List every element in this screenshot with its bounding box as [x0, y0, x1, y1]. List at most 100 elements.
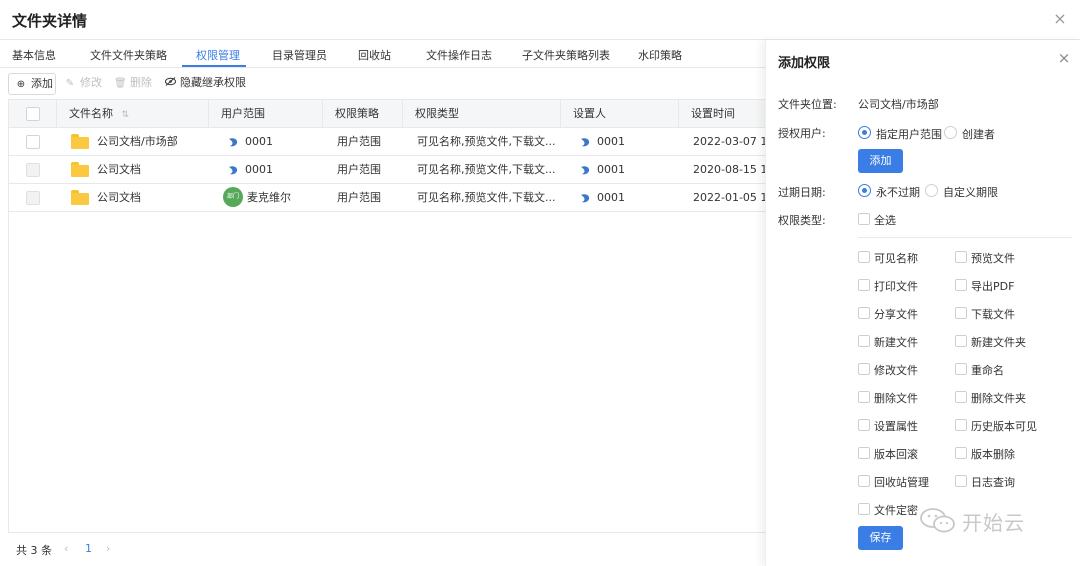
permission-checkbox[interactable]	[858, 391, 870, 403]
permission-checkbox[interactable]	[955, 475, 967, 487]
radio-custom-expire[interactable]	[925, 184, 938, 197]
tab-recycle-bin[interactable]: 回收站	[358, 47, 391, 63]
hide-inherited-label: 隐藏继承权限	[180, 76, 246, 89]
cell-permission-policy: 用户范围	[337, 191, 381, 204]
permission-checkbox-label[interactable]: 删除文件	[874, 390, 918, 406]
permission-checkbox[interactable]	[955, 279, 967, 291]
select-all-checkbox[interactable]	[26, 107, 40, 121]
prev-page-icon[interactable]: ‹	[64, 542, 68, 555]
tab-directory-admin[interactable]: 目录管理员	[272, 47, 327, 63]
cell-permission-policy: 用户范围	[337, 135, 381, 148]
permission-checkbox[interactable]	[858, 279, 870, 291]
permission-checkbox-label[interactable]: 分享文件	[874, 306, 918, 322]
permission-checkbox[interactable]	[955, 419, 967, 431]
panel-title: 添加权限	[778, 56, 831, 71]
permission-checkbox[interactable]	[858, 335, 870, 347]
permission-checkbox-label[interactable]: 回收站管理	[874, 474, 929, 490]
permission-checkbox-label[interactable]: 下载文件	[971, 306, 1015, 322]
eye-off-icon	[164, 74, 176, 94]
permission-checkbox[interactable]	[955, 391, 967, 403]
tab-basic-info[interactable]: 基本信息	[12, 47, 56, 63]
add-button[interactable]: ⊕ 添加	[8, 73, 56, 95]
permission-checkbox-label[interactable]: 修改文件	[874, 362, 918, 378]
permission-checkbox[interactable]	[858, 307, 870, 319]
active-tab-indicator	[182, 65, 246, 67]
permission-checkbox[interactable]	[858, 475, 870, 487]
add-user-button[interactable]: 添加	[858, 149, 903, 173]
radio-creator[interactable]	[944, 126, 957, 139]
row-checkbox[interactable]	[26, 191, 40, 205]
row-checkbox[interactable]	[26, 135, 40, 149]
hide-inherited-button[interactable]: 隐藏继承权限	[164, 73, 246, 95]
radio-specified-users[interactable]	[858, 126, 871, 139]
folder-location-label: 文件夹位置:	[778, 98, 837, 111]
panel-close-icon[interactable]: ×	[1056, 50, 1072, 66]
permission-checkbox[interactable]	[955, 307, 967, 319]
permission-checkbox-label[interactable]: 新建文件	[874, 334, 918, 350]
permission-checkbox-label[interactable]: 新建文件夹	[971, 334, 1026, 350]
radio-creator-label[interactable]: 创建者	[962, 126, 995, 142]
permission-checkbox-label[interactable]: 预览文件	[971, 250, 1015, 266]
row-checkbox[interactable]	[26, 163, 40, 177]
tab-bar: 基本信息 文件文件夹策略 权限管理 目录管理员 回收站 文件操作日志 子文件夹策…	[0, 40, 765, 68]
permission-checkbox-label[interactable]: 导出PDF	[971, 278, 1014, 294]
delete-button[interactable]: 🗑 删除	[114, 73, 152, 95]
wechat-icon	[920, 508, 955, 533]
select-all-permissions-checkbox[interactable]	[858, 213, 870, 225]
permission-checkbox-label[interactable]: 版本回滚	[874, 446, 918, 462]
permission-checkbox[interactable]	[955, 447, 967, 459]
column-set-time: 设置时间	[679, 100, 765, 128]
permission-checkbox-label[interactable]: 历史版本可见	[971, 418, 1037, 434]
cell-file-name: 公司文档	[97, 191, 141, 204]
select-all-permissions-label[interactable]: 全选	[874, 212, 896, 228]
permission-checkbox[interactable]	[858, 363, 870, 375]
close-icon[interactable]: ×	[1050, 9, 1070, 29]
permission-checkbox-label[interactable]: 日志查询	[971, 474, 1015, 490]
permission-checkbox[interactable]	[858, 447, 870, 459]
cell-permission-type: 可见名称,预览文件,下载文...	[417, 135, 555, 148]
trash-icon: 🗑	[114, 78, 127, 89]
radio-never-expire-label[interactable]: 永不过期	[876, 184, 920, 200]
sort-icon[interactable]: ⇅	[122, 110, 130, 120]
permission-checkbox[interactable]	[955, 363, 967, 375]
permission-checkbox-label[interactable]: 设置属性	[874, 418, 918, 434]
save-button[interactable]: 保存	[858, 526, 903, 550]
page-number[interactable]: 1	[85, 542, 92, 555]
cell-set-time: 2022-03-07 11:4	[693, 135, 765, 148]
cell-file-name: 公司文档/市场部	[97, 135, 178, 148]
column-user-scope: 用户范围	[209, 100, 323, 128]
next-page-icon[interactable]: ›	[106, 542, 110, 555]
tab-watermark-policy[interactable]: 水印策略	[638, 47, 682, 63]
permission-checkbox-label[interactable]: 版本删除	[971, 446, 1015, 462]
edit-button[interactable]: ✎ 修改	[64, 73, 102, 95]
permission-checkbox[interactable]	[858, 251, 870, 263]
permission-checkbox[interactable]	[858, 503, 870, 515]
table-row[interactable]: 公司文档 部门 麦克维尔 用户范围 可见名称,预览文件,下载文... 0001 …	[9, 184, 765, 212]
radio-never-expire[interactable]	[858, 184, 871, 197]
table-row[interactable]: 公司文档/市场部 0001 用户范围 可见名称,预览文件,下载文... 0001…	[9, 128, 765, 156]
cell-user-scope: 0001	[245, 135, 273, 148]
tab-file-folder-policy[interactable]: 文件文件夹策略	[90, 47, 167, 63]
edit-button-label: 修改	[80, 76, 102, 89]
header-checkbox-cell	[9, 100, 57, 128]
radio-specified-users-label[interactable]: 指定用户范围	[876, 126, 942, 142]
tab-subfolder-policy-list[interactable]: 子文件夹策略列表	[522, 47, 610, 63]
table-row[interactable]: 公司文档 0001 用户范围 可见名称,预览文件,下载文... 0001 202…	[9, 156, 765, 184]
tab-permission-management[interactable]: 权限管理	[196, 47, 240, 63]
page-title: 文件夹详情	[12, 12, 88, 30]
permission-checkbox[interactable]	[955, 251, 967, 263]
permission-checkbox-label[interactable]: 重命名	[971, 362, 1004, 378]
permission-checkbox-label[interactable]: 可见名称	[874, 250, 918, 266]
column-permission-policy: 权限策略	[323, 100, 403, 128]
permission-checkbox-label[interactable]: 打印文件	[874, 278, 918, 294]
permission-checkbox-label[interactable]: 删除文件夹	[971, 390, 1026, 406]
column-file-name[interactable]: 文件名称 ⇅	[57, 100, 209, 128]
radio-custom-expire-label[interactable]: 自定义期限	[943, 184, 998, 200]
tab-file-operation-log[interactable]: 文件操作日志	[426, 47, 492, 63]
permission-checkbox[interactable]	[858, 419, 870, 431]
permission-checkbox-label[interactable]: 文件定密	[874, 502, 918, 518]
column-file-name-label: 文件名称	[69, 107, 113, 120]
permission-checkbox[interactable]	[955, 335, 967, 347]
dialog-header: 文件夹详情 ×	[0, 0, 1080, 40]
cell-permission-policy: 用户范围	[337, 163, 381, 176]
